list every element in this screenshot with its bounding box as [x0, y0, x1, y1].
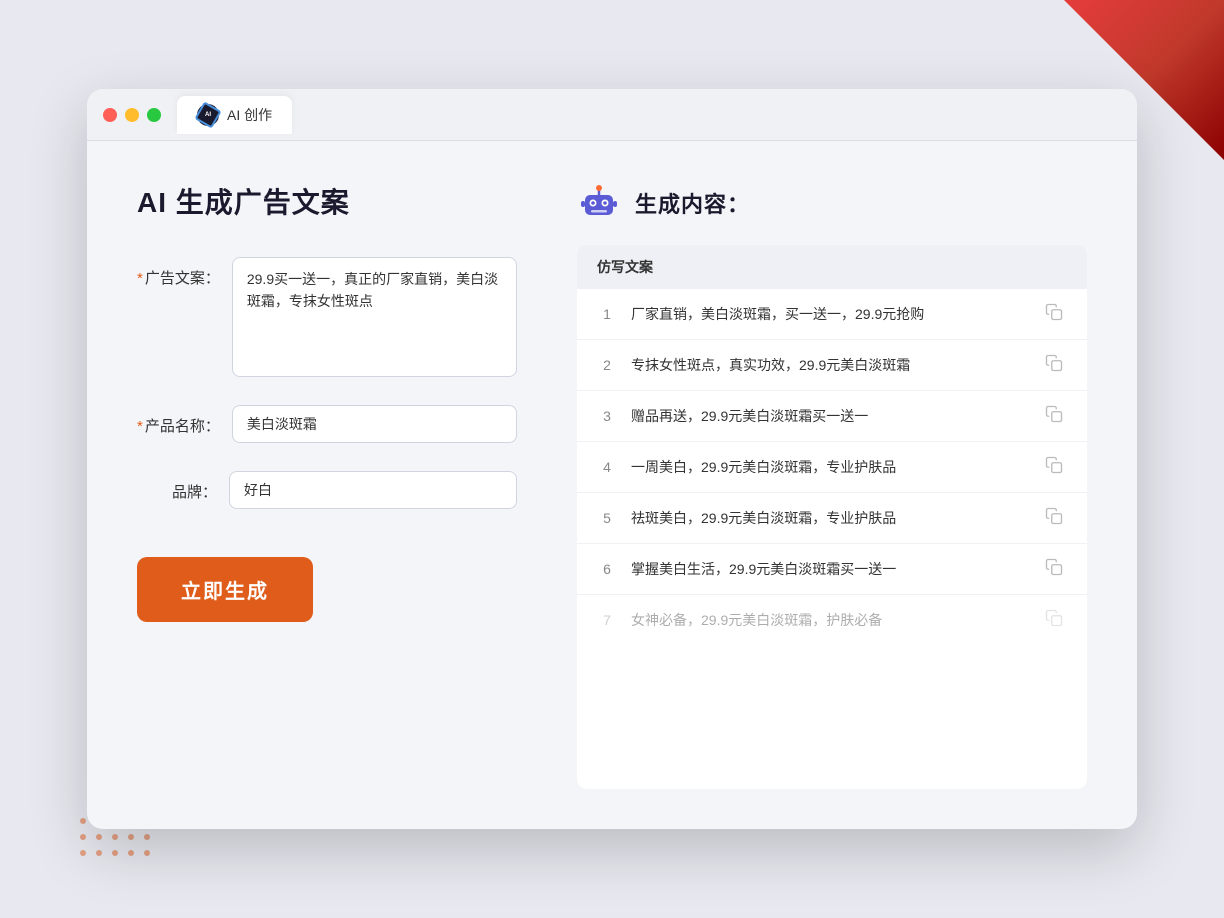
- row-text: 祛斑美白，29.9元美白淡斑霜，专业护肤品: [631, 508, 1031, 529]
- browser-tab[interactable]: AI 创作: [177, 96, 292, 134]
- product-name-label: *产品名称：: [137, 405, 220, 436]
- copy-icon[interactable]: [1045, 456, 1067, 478]
- result-row: 1 厂家直销，美白淡斑霜，买一送一，29.9元抢购: [577, 289, 1087, 340]
- ad-copy-textarea[interactable]: 29.9买一送一，真正的厂家直销，美白淡斑霜，专抹女性斑点: [232, 257, 517, 377]
- row-number: 3: [597, 408, 617, 424]
- row-number: 2: [597, 357, 617, 373]
- ad-copy-group: *广告文案： 29.9买一送一，真正的厂家直销，美白淡斑霜，专抹女性斑点: [137, 257, 517, 377]
- product-name-required: *: [137, 418, 143, 435]
- product-name-group: *产品名称：: [137, 405, 517, 443]
- product-name-input[interactable]: [232, 405, 517, 443]
- row-number: 4: [597, 459, 617, 475]
- result-row: 3 赠品再送，29.9元美白淡斑霜买一送一: [577, 391, 1087, 442]
- robot-icon: [577, 181, 621, 225]
- traffic-lights: [103, 108, 161, 122]
- result-row: 4 一周美白，29.9元美白淡斑霜，专业护肤品: [577, 442, 1087, 493]
- row-number: 1: [597, 306, 617, 322]
- tab-ai-icon: [197, 104, 219, 126]
- result-row: 2 专抹女性斑点，真实功效，29.9元美白淡斑霜: [577, 340, 1087, 391]
- traffic-light-minimize[interactable]: [125, 108, 139, 122]
- generate-button[interactable]: 立即生成: [137, 557, 313, 622]
- result-row: 7 女神必备，29.9元美白淡斑霜，护肤必备: [577, 595, 1087, 645]
- result-table-header: 仿写文案: [577, 245, 1087, 289]
- copy-icon[interactable]: [1045, 609, 1067, 631]
- row-text: 厂家直销，美白淡斑霜，买一送一，29.9元抢购: [631, 304, 1031, 325]
- row-text: 一周美白，29.9元美白淡斑霜，专业护肤品: [631, 457, 1031, 478]
- browser-titlebar: AI 创作: [87, 89, 1137, 141]
- result-row: 6 掌握美白生活，29.9元美白淡斑霜买一送一: [577, 544, 1087, 595]
- traffic-light-close[interactable]: [103, 108, 117, 122]
- result-header: 生成内容：: [577, 181, 1087, 225]
- ad-copy-required: *: [137, 270, 143, 287]
- result-title: 生成内容：: [635, 187, 750, 219]
- row-number: 5: [597, 510, 617, 526]
- copy-icon[interactable]: [1045, 558, 1067, 580]
- row-text: 掌握美白生活，29.9元美白淡斑霜买一送一: [631, 559, 1031, 580]
- row-text: 专抹女性斑点，真实功效，29.9元美白淡斑霜: [631, 355, 1031, 376]
- right-panel: 生成内容： 仿写文案 1 厂家直销，美白淡斑霜，买一送一，29.9元抢购 2 专…: [577, 181, 1087, 789]
- left-panel: AI 生成广告文案 *广告文案： 29.9买一送一，真正的厂家直销，美白淡斑霜，…: [137, 181, 517, 789]
- content-area: AI 生成广告文案 *广告文案： 29.9买一送一，真正的厂家直销，美白淡斑霜，…: [87, 141, 1137, 829]
- ad-copy-label: *广告文案：: [137, 257, 220, 288]
- page-title: AI 生成广告文案: [137, 181, 517, 221]
- tab-label: AI 创作: [227, 105, 272, 125]
- row-text: 女神必备，29.9元美白淡斑霜，护肤必备: [631, 610, 1031, 631]
- result-row: 5 祛斑美白，29.9元美白淡斑霜，专业护肤品: [577, 493, 1087, 544]
- row-number: 6: [597, 561, 617, 577]
- brand-group: 品牌：: [137, 471, 517, 509]
- traffic-light-maximize[interactable]: [147, 108, 161, 122]
- copy-icon[interactable]: [1045, 303, 1067, 325]
- copy-icon[interactable]: [1045, 405, 1067, 427]
- brand-input[interactable]: [229, 471, 517, 509]
- row-number: 7: [597, 612, 617, 628]
- copy-icon[interactable]: [1045, 507, 1067, 529]
- brand-label: 品牌：: [137, 471, 217, 502]
- result-table: 仿写文案 1 厂家直销，美白淡斑霜，买一送一，29.9元抢购 2 专抹女性斑点，…: [577, 245, 1087, 789]
- row-text: 赠品再送，29.9元美白淡斑霜买一送一: [631, 406, 1031, 427]
- result-rows-container: 1 厂家直销，美白淡斑霜，买一送一，29.9元抢购 2 专抹女性斑点，真实功效，…: [577, 289, 1087, 645]
- browser-window: AI 创作 AI 生成广告文案 *广告文案： 29.9买一送一，真正的厂家直销，…: [87, 89, 1137, 829]
- copy-icon[interactable]: [1045, 354, 1067, 376]
